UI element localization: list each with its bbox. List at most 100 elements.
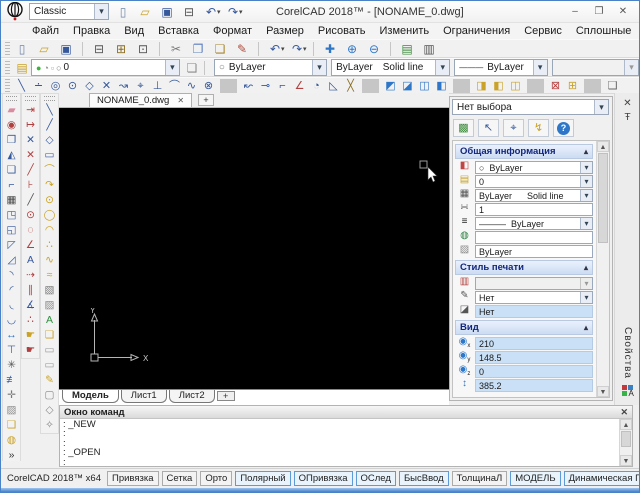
sheet-tab-model[interactable]: Модель bbox=[62, 390, 119, 403]
polar-toggle[interactable]: Полярный bbox=[235, 471, 290, 486]
etrack-toggle-icon[interactable]: ↜ bbox=[240, 78, 257, 94]
palette-tool[interactable]: ↖ bbox=[478, 119, 499, 137]
layers-manager-icon[interactable]: ▤ bbox=[398, 41, 416, 57]
tool-gradient-icon[interactable]: ✎ bbox=[41, 373, 58, 388]
toolbar-separator[interactable] bbox=[258, 42, 259, 56]
property-value[interactable]: Нет bbox=[475, 291, 593, 304]
property-value[interactable] bbox=[475, 231, 593, 244]
tool-delete-icon[interactable]: ▰ bbox=[3, 103, 20, 118]
new-tab-button[interactable]: + bbox=[198, 94, 214, 106]
tool-cap-icon[interactable]: ◡ bbox=[3, 313, 20, 328]
palette-tab-properties[interactable]: Свойства bbox=[622, 327, 633, 379]
tool-arc-icon[interactable]: ⌒ bbox=[41, 163, 58, 178]
section-view[interactable]: Вид ▴ bbox=[455, 320, 593, 335]
toolbar-separator[interactable] bbox=[390, 42, 391, 56]
collapse-icon[interactable]: ▴ bbox=[584, 323, 588, 332]
open-file-icon[interactable]: ▱ bbox=[35, 41, 53, 57]
linestyle-selector[interactable]: ByLayer Solid line bbox=[331, 59, 450, 76]
palette-tool[interactable]: ▩ bbox=[453, 119, 474, 137]
ccs-z-icon[interactable]: ◫ bbox=[507, 78, 524, 94]
ccs-rename-icon[interactable]: ⊞ bbox=[564, 78, 581, 94]
menu-item[interactable]: Размер bbox=[259, 23, 311, 39]
menu-item[interactable]: Изменить bbox=[373, 23, 437, 39]
tool-explode-icon[interactable]: ✳ bbox=[3, 358, 20, 373]
dim-baseline-icon[interactable]: ✕ bbox=[22, 133, 39, 148]
tool-spline-icon[interactable]: ∿ bbox=[41, 253, 58, 268]
dim-note-icon[interactable]: A bbox=[22, 253, 39, 268]
sheet-tab-list1[interactable]: Лист1 bbox=[121, 390, 167, 403]
palette-tool[interactable]: ? bbox=[553, 119, 574, 137]
dim-point1-icon[interactable]: ☛ bbox=[22, 328, 39, 343]
section-general[interactable]: Общая информация ▴ bbox=[455, 144, 593, 159]
toolbar-separator[interactable] bbox=[82, 42, 83, 56]
tool-snap-point-icon[interactable]: ✛ bbox=[3, 388, 20, 403]
layer-preview-icon[interactable]: ❏ bbox=[183, 60, 201, 76]
print-setup-icon[interactable]: ⊞ bbox=[112, 41, 130, 57]
tool-freehand-icon[interactable]: ≈ bbox=[41, 268, 58, 283]
grid-toggle[interactable]: Сетка bbox=[162, 471, 198, 486]
toolbar-grip[interactable] bbox=[5, 79, 10, 92]
esnap-toggle[interactable]: ОПривязка bbox=[294, 471, 353, 486]
esnap-apparent-icon[interactable]: ⊗ bbox=[200, 78, 217, 94]
toolbar-separator[interactable] bbox=[159, 42, 160, 56]
tool-pattern-icon[interactable]: ▦ bbox=[3, 193, 20, 208]
selection-filter-selector[interactable]: Нет выбора bbox=[452, 99, 609, 115]
snap-toggle[interactable]: Привязка bbox=[107, 471, 159, 486]
dim-leader-icon[interactable]: ⇢ bbox=[22, 268, 39, 283]
property-value[interactable] bbox=[475, 277, 593, 290]
print-style-selector[interactable] bbox=[552, 59, 639, 76]
tool-text-icon[interactable]: A bbox=[41, 313, 58, 328]
esnap-intersection-icon[interactable]: ✕ bbox=[98, 78, 115, 94]
zoom-previous-icon[interactable]: ⊖ bbox=[365, 41, 383, 57]
new-file-icon[interactable]: ▯ bbox=[13, 41, 31, 57]
print-preview-icon[interactable]: ⊡ bbox=[134, 41, 152, 57]
menu-item[interactable]: Правка bbox=[66, 23, 117, 39]
toolbar-separator[interactable] bbox=[362, 79, 379, 93]
tool-split-icon[interactable]: ⊤ bbox=[3, 343, 20, 358]
ccs-face-icon[interactable]: ◫ bbox=[416, 78, 433, 94]
tool-transform-icon[interactable]: ◉ bbox=[3, 118, 20, 133]
paste-icon[interactable]: ❏ bbox=[211, 41, 229, 57]
collapse-icon[interactable]: ▴ bbox=[584, 147, 588, 156]
tool-stack-icon[interactable]: ❑ bbox=[3, 418, 20, 433]
menu-item[interactable]: Ограничения bbox=[436, 23, 517, 39]
print-icon[interactable]: ⊟ bbox=[180, 4, 198, 20]
tool-cleanup-icon[interactable]: ◍ bbox=[3, 433, 20, 448]
tool-stretch-icon[interactable]: ◸ bbox=[3, 238, 20, 253]
esnap-midpoint-icon[interactable]: ∸ bbox=[30, 78, 47, 94]
collapse-icon[interactable]: ▴ bbox=[584, 263, 588, 272]
menu-item[interactable]: Вид bbox=[117, 23, 151, 39]
ccs-world-icon[interactable]: ◩ bbox=[382, 78, 399, 94]
drawing-canvas[interactable]: Y X bbox=[59, 108, 449, 389]
esnap-endpoint-icon[interactable]: ╲ bbox=[13, 78, 30, 94]
esnap-nearest-icon[interactable]: ∿ bbox=[183, 78, 200, 94]
dim-aligned-icon[interactable]: ╱ bbox=[22, 163, 39, 178]
toolbar-grip[interactable] bbox=[5, 42, 10, 55]
command-scrollbar[interactable]: ▲ ▼ bbox=[619, 419, 632, 466]
property-value[interactable]: 0 bbox=[475, 175, 593, 188]
lineweight-selector[interactable]: ——— ByLayer bbox=[454, 59, 547, 76]
tool-box3d-icon[interactable]: ▧ bbox=[41, 283, 58, 298]
undo-icon[interactable]: ↶ bbox=[266, 41, 284, 57]
command-close-icon[interactable]: ✕ bbox=[620, 407, 628, 418]
ortho-toggle[interactable]: Орто bbox=[200, 471, 232, 486]
dynamic-ucs-toggle[interactable]: Динамическая ПСК bbox=[564, 471, 640, 486]
palette-close-icon[interactable]: ✕ bbox=[621, 97, 635, 111]
tool-trim-icon[interactable]: ◿ bbox=[3, 253, 20, 268]
property-value[interactable]: Нет bbox=[475, 305, 593, 318]
property-value[interactable]: 148.5 bbox=[475, 351, 593, 364]
tool-polygon-icon[interactable]: ◇ bbox=[41, 133, 58, 148]
lineweight-toggle[interactable]: ТолщинаЛ bbox=[452, 471, 508, 486]
ccs-entity-icon[interactable]: ◧ bbox=[433, 78, 450, 94]
tool-corner-icon[interactable]: ◜ bbox=[3, 283, 20, 298]
new-file-icon[interactable]: ▯ bbox=[114, 4, 132, 20]
dim-linear-icon[interactable]: ↦ bbox=[22, 118, 39, 133]
dim-diameter-icon[interactable]: ◌ bbox=[22, 223, 39, 238]
menu-item[interactable]: Вставка bbox=[151, 23, 206, 39]
sheet-tab-list2[interactable]: Лист2 bbox=[169, 390, 215, 403]
dim-angle2-icon[interactable]: ∡ bbox=[22, 298, 39, 313]
tool-chamfer-icon[interactable]: ◟ bbox=[3, 298, 20, 313]
etrack-toggle[interactable]: ОСлед bbox=[356, 471, 396, 486]
cut-icon[interactable]: ✂ bbox=[167, 41, 185, 57]
tool-select-area-icon[interactable]: ▢ bbox=[41, 388, 58, 403]
